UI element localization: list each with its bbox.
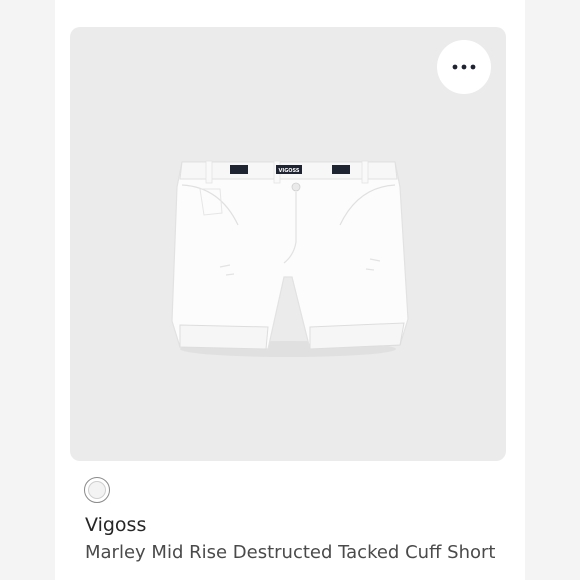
product-image-panel[interactable]: VIGOSS — [70, 27, 506, 461]
brand-name[interactable]: Vigoss — [85, 514, 146, 536]
waistband-label-text: VIGOSS — [278, 168, 299, 174]
product-card[interactable]: VIGOSS Vigoss Marley Mid Rise Destructed… — [55, 0, 525, 580]
color-swatch-fill — [88, 481, 106, 499]
more-horizontal-icon — [452, 64, 476, 70]
page: VIGOSS Vigoss Marley Mid Rise Destructed… — [0, 0, 580, 580]
product-image: VIGOSS — [171, 160, 409, 357]
color-swatch[interactable] — [84, 477, 110, 503]
more-options-button[interactable] — [437, 40, 491, 94]
product-title[interactable]: Marley Mid Rise Destructed Tacked Cuff S… — [85, 542, 495, 563]
